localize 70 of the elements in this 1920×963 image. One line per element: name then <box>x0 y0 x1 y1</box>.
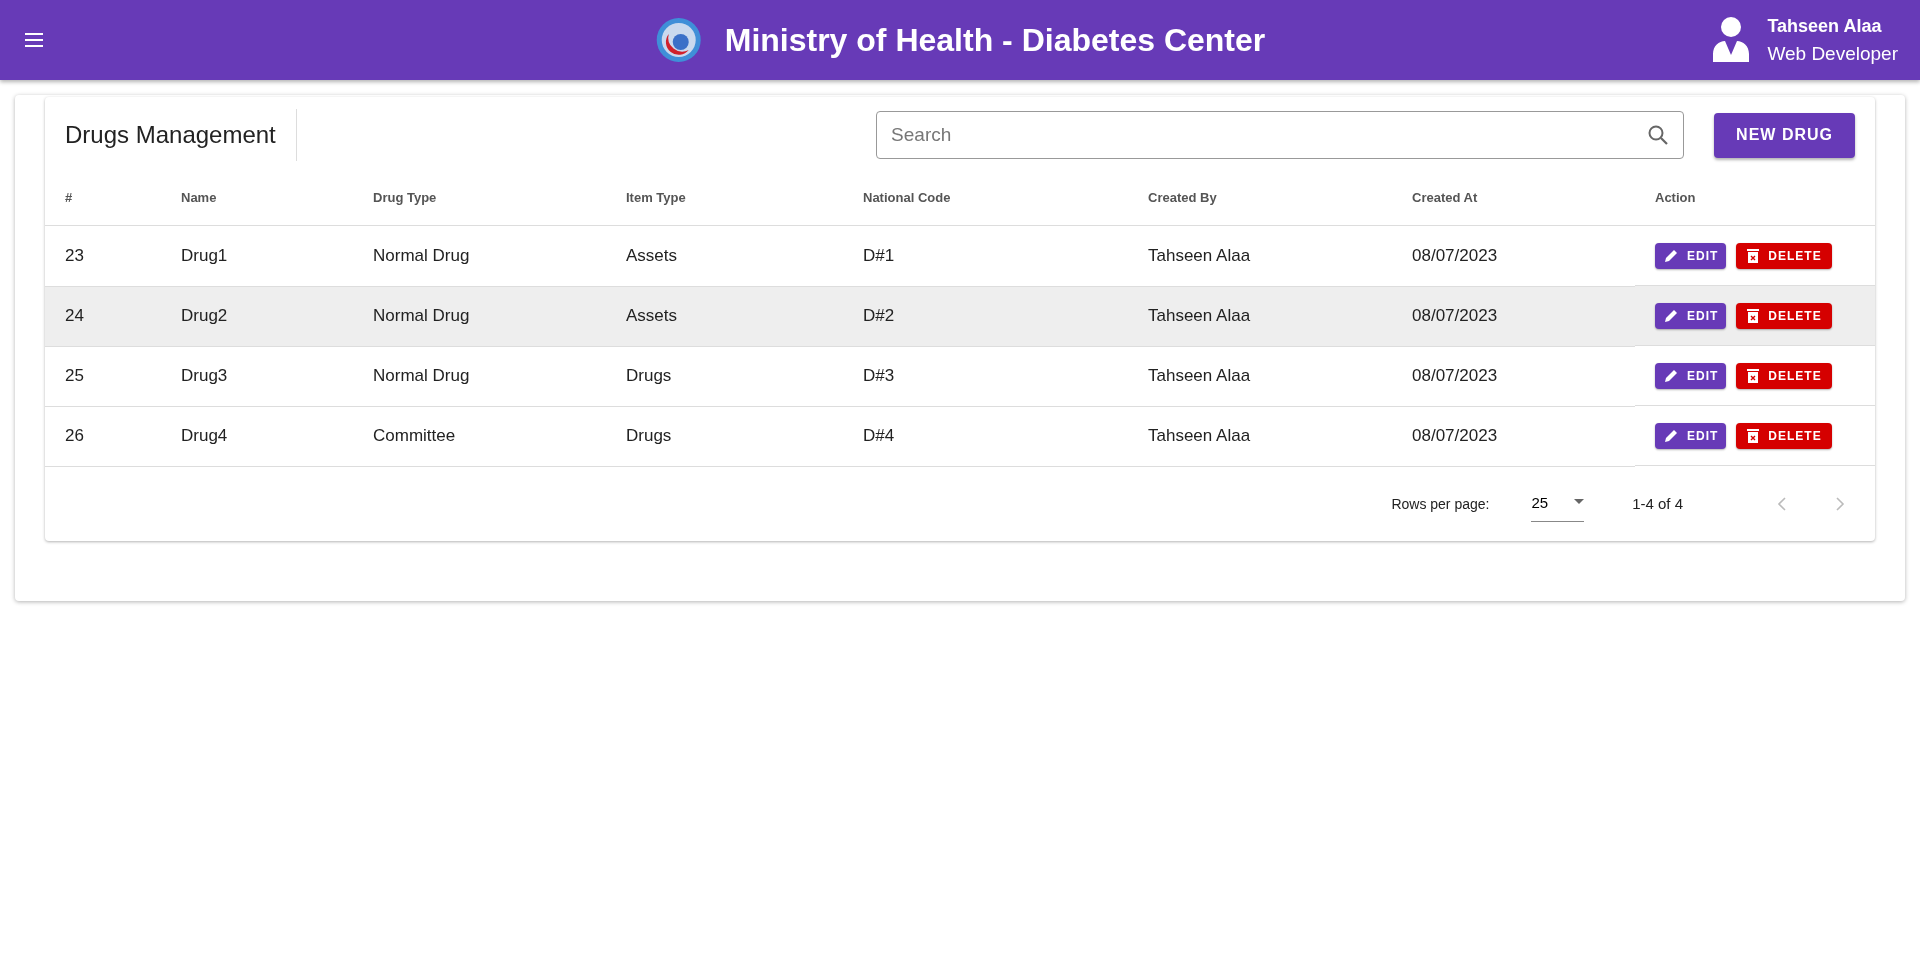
edit-button[interactable]: EDIT <box>1655 242 1727 269</box>
table-cell: 23 <box>45 225 161 286</box>
column-header: Action <box>1635 169 1875 226</box>
table-cell: D#4 <box>843 406 1128 466</box>
edit-button[interactable]: EDIT <box>1655 362 1727 389</box>
chevron-right-icon <box>1835 495 1845 512</box>
rows-per-page-select[interactable]: 25 <box>1531 485 1585 522</box>
table-cell: Committee <box>353 406 606 466</box>
user-name: Tahseen Alaa <box>1767 15 1883 37</box>
table-cell: 08/07/2023 <box>1392 346 1635 406</box>
search-field[interactable]: Search <box>876 111 1685 159</box>
delete-button[interactable]: DELETE <box>1736 242 1832 269</box>
table-cell: Drugs <box>606 406 843 466</box>
rows-per-page-label: Rows per page: <box>1391 495 1490 512</box>
trash-icon <box>1746 307 1761 324</box>
table-row[interactable]: 23 Drug1 Normal Drug Assets D#1 Tahseen Alaa 08/07/2023 EDIT DELETE <box>45 225 1875 286</box>
chevron-left-icon <box>1777 495 1787 512</box>
trash-icon <box>1746 247 1761 264</box>
column-header: Created By <box>1128 169 1392 226</box>
delete-button[interactable]: DELETE <box>1736 362 1832 389</box>
pencil-icon <box>1663 307 1679 324</box>
table-row[interactable]: 25 Drug3 Normal Drug Drugs D#3 Tahseen Alaa 08/07/2023 EDIT DELETE <box>45 346 1875 406</box>
table-cell: 08/07/2023 <box>1392 406 1635 466</box>
table-row[interactable]: 26 Drug4 Committee Drugs D#4 Tahseen Alaa 08/07/2023 EDIT DELETE <box>45 406 1875 466</box>
table-row[interactable]: 24 Drug2 Normal Drug Assets D#2 Tahseen Alaa 08/07/2023 EDIT DELETE <box>45 286 1875 346</box>
table-cell: D#1 <box>843 225 1128 286</box>
edit-button[interactable]: EDIT <box>1655 302 1727 329</box>
column-header: # <box>45 169 161 226</box>
pencil-icon <box>1663 427 1679 444</box>
trash-icon <box>1746 427 1761 444</box>
edit-button[interactable]: EDIT <box>1655 422 1727 449</box>
table-cell: 26 <box>45 406 161 466</box>
table-cell: Normal Drug <box>353 346 606 406</box>
delete-button[interactable]: DELETE <box>1736 302 1832 329</box>
column-header: Name <box>161 169 353 226</box>
column-header: Created At <box>1392 169 1635 226</box>
trash-icon <box>1746 367 1761 384</box>
user-avatar-icon <box>1711 16 1752 64</box>
pencil-icon <box>1663 367 1679 384</box>
column-header: Item Type <box>606 169 843 226</box>
table-cell: Tahseen Alaa <box>1128 346 1392 406</box>
table-cell: Drug1 <box>161 225 353 286</box>
table-cell: 08/07/2023 <box>1392 225 1635 286</box>
table-cell: 25 <box>45 346 161 406</box>
table-cell: D#2 <box>843 286 1128 346</box>
column-header: Drug Type <box>353 169 606 226</box>
table-cell: Tahseen Alaa <box>1128 225 1392 286</box>
delete-button[interactable]: DELETE <box>1736 422 1832 449</box>
column-header: National Code <box>843 169 1128 226</box>
emblem-logo-icon <box>654 16 703 64</box>
app-title: Ministry of Health - Diabetes Center <box>724 21 1266 59</box>
table-cell: Normal Drug <box>353 286 606 346</box>
table-cell: Tahseen Alaa <box>1128 406 1392 466</box>
table-cell: Normal Drug <box>353 225 606 286</box>
table-cell: Drugs <box>606 346 843 406</box>
new-drug-button[interactable]: NEW DRUG <box>1714 112 1855 158</box>
panel-title: Drugs Management <box>65 109 297 161</box>
table-cell: Tahseen Alaa <box>1128 286 1392 346</box>
table-cell: Assets <box>606 286 843 346</box>
pencil-icon <box>1663 247 1679 264</box>
table-cell: 08/07/2023 <box>1392 286 1635 346</box>
page-range: 1-4 of 4 <box>1632 495 1683 512</box>
table-cell: Assets <box>606 225 843 286</box>
table-cell: Drug2 <box>161 286 353 346</box>
table-cell: D#3 <box>843 346 1128 406</box>
table-cell: 24 <box>45 286 161 346</box>
user-role: Web Developer <box>1767 42 1898 65</box>
dropdown-caret-icon <box>1574 499 1585 505</box>
table-cell: Drug4 <box>161 406 353 466</box>
table-cell: Drug3 <box>161 346 353 406</box>
